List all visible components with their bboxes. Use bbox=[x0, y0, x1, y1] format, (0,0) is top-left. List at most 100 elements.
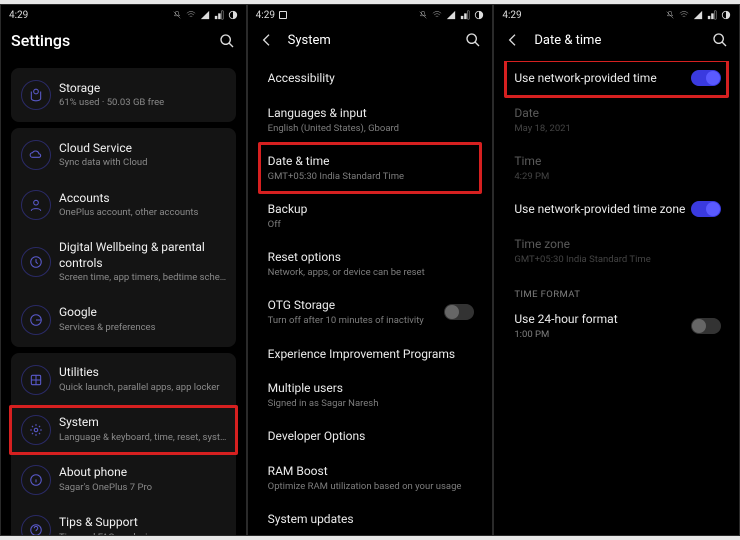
list-row-ram-boost[interactable]: RAM BoostOptimize RAM utilization based … bbox=[254, 454, 487, 502]
list-row-date-time[interactable]: Date & timeGMT+05:30 India Standard Time bbox=[254, 144, 487, 192]
row-title: Use network-provided time zone bbox=[514, 201, 719, 218]
status-icons bbox=[418, 10, 484, 20]
page-title: Settings bbox=[11, 31, 206, 50]
mute-icon bbox=[665, 10, 675, 20]
page-title: System bbox=[288, 33, 453, 48]
search-button[interactable] bbox=[464, 31, 482, 49]
row-subtitle: Tips and FAQ on device usage bbox=[59, 532, 230, 535]
row-title: Experience Improvement Programs bbox=[268, 346, 473, 363]
list-row-languages-input[interactable]: Languages & inputEnglish (United States)… bbox=[254, 96, 487, 144]
back-button[interactable] bbox=[504, 31, 522, 49]
settings-row-google[interactable]: GoogleServices & preferences bbox=[11, 295, 236, 345]
row-subtitle: Turn off after 10 minutes of inactivity bbox=[268, 315, 473, 327]
list-row-reset-options[interactable]: Reset optionsNetwork, apps, or device ca… bbox=[254, 240, 487, 288]
row-title: About phone bbox=[59, 465, 230, 481]
wellbeing-icon bbox=[21, 247, 51, 277]
list-row-date: DateMay 18, 2021 bbox=[500, 96, 733, 144]
row-subtitle: GMT+05:30 India Standard Time bbox=[514, 254, 719, 266]
list-row-use-network-provided-time-zone[interactable]: Use network-provided time zone bbox=[500, 192, 733, 227]
settings-row-cloud-service[interactable]: Cloud ServiceSync data with Cloud bbox=[11, 130, 236, 180]
row-title: Use network-provided time bbox=[514, 70, 719, 87]
toggle-switch[interactable] bbox=[691, 70, 721, 86]
row-subtitle: Optimize RAM utilization based on your u… bbox=[268, 481, 473, 493]
row-title: Time bbox=[514, 153, 719, 170]
status-time: 4:29 bbox=[9, 10, 28, 21]
battery-icon bbox=[228, 10, 238, 20]
toggle-switch[interactable] bbox=[444, 304, 474, 320]
mute-icon bbox=[172, 10, 182, 20]
utilities-icon bbox=[21, 365, 51, 395]
row-subtitle: Language & keyboard, time, reset, system… bbox=[59, 432, 230, 444]
signal-icon bbox=[200, 10, 210, 20]
list-row-developer-options[interactable]: Developer Options bbox=[254, 419, 487, 454]
signal-icon bbox=[693, 10, 703, 20]
signal-icon bbox=[446, 10, 456, 20]
row-subtitle: GMT+05:30 India Standard Time bbox=[268, 171, 473, 183]
row-title: System bbox=[59, 415, 230, 431]
wifi-icon bbox=[186, 10, 196, 20]
status-time: 4:29 bbox=[256, 10, 275, 21]
list-row-experience-improvement-programs[interactable]: Experience Improvement Programs bbox=[254, 337, 487, 372]
list-row-multiple-users[interactable]: Multiple usersSigned in as Sagar Naresh bbox=[254, 371, 487, 419]
info-icon bbox=[21, 465, 51, 495]
row-title: Google bbox=[59, 305, 230, 321]
list-row-time: Time4:29 PM bbox=[500, 144, 733, 192]
screenshot-indicator-icon bbox=[279, 11, 287, 19]
panel-system: 4:29 System Accessibility Languages & inp… bbox=[248, 5, 493, 535]
list-row-use-24-hour-format[interactable]: Use 24-hour format1:00 PM bbox=[500, 302, 733, 350]
row-subtitle: Off bbox=[268, 219, 473, 231]
search-icon bbox=[219, 33, 235, 49]
settings-row-digital-wellbeing-parental-controls[interactable]: Digital Wellbeing & parental controlsScr… bbox=[11, 230, 236, 295]
row-title: Accessibility bbox=[268, 70, 473, 87]
row-title: Languages & input bbox=[268, 105, 473, 122]
settings-row-about-phone[interactable]: About phoneSagar's OnePlus 7 Pro bbox=[11, 455, 236, 505]
status-icons bbox=[172, 10, 238, 20]
row-subtitle: Sync data with Cloud bbox=[59, 157, 230, 169]
list-row-use-network-provided-time[interactable]: Use network-provided time bbox=[500, 61, 733, 96]
back-button[interactable] bbox=[258, 31, 276, 49]
status-icons bbox=[665, 10, 731, 20]
row-title: Accounts bbox=[59, 191, 230, 207]
list-row-system-updates[interactable]: System updates bbox=[254, 502, 487, 535]
list-row-otg-storage[interactable]: OTG StorageTurn off after 10 minutes of … bbox=[254, 288, 487, 336]
list-row-backup[interactable]: BackupOff bbox=[254, 192, 487, 240]
toggle-switch[interactable] bbox=[691, 318, 721, 334]
search-button[interactable] bbox=[218, 32, 236, 50]
header: System bbox=[248, 25, 493, 61]
settings-row-storage[interactable]: Storage61% used · 50.03 GB free bbox=[11, 70, 236, 120]
row-subtitle: May 18, 2021 bbox=[514, 123, 719, 135]
cloud-icon bbox=[21, 140, 51, 170]
datetime-list[interactable]: Use network-provided time DateMay 18, 202… bbox=[494, 61, 739, 535]
row-title: Storage bbox=[59, 81, 230, 97]
row-subtitle: 1:00 PM bbox=[514, 329, 719, 341]
page-title: Date & time bbox=[534, 33, 699, 48]
status-bar: 4:29 bbox=[248, 5, 493, 25]
status-time: 4:29 bbox=[502, 10, 521, 21]
settings-row-tips-support[interactable]: Tips & SupportTips and FAQ on device usa… bbox=[11, 505, 236, 535]
settings-list[interactable]: Storage61% used · 50.03 GB free Cloud Ser… bbox=[1, 62, 246, 535]
settings-row-utilities[interactable]: UtilitiesQuick launch, parallel apps, ap… bbox=[11, 355, 236, 405]
row-title: Time zone bbox=[514, 236, 719, 253]
system-list[interactable]: Accessibility Languages & inputEnglish (U… bbox=[248, 61, 493, 535]
list-row-accessibility[interactable]: Accessibility bbox=[254, 61, 487, 96]
header: Settings bbox=[1, 25, 246, 62]
row-subtitle: OnePlus account, other accounts bbox=[59, 207, 230, 219]
row-title: Date & time bbox=[268, 153, 473, 170]
panel-datetime: 4:29 Date & time Use network-provided ti… bbox=[494, 5, 739, 535]
settings-row-system[interactable]: SystemLanguage & keyboard, time, reset, … bbox=[11, 405, 236, 455]
toggle-switch[interactable] bbox=[691, 201, 721, 217]
row-title: Developer Options bbox=[268, 428, 473, 445]
storage-icon bbox=[21, 80, 51, 110]
row-title: RAM Boost bbox=[268, 463, 473, 480]
row-title: Date bbox=[514, 105, 719, 122]
row-title: Tips & Support bbox=[59, 515, 230, 531]
row-subtitle: Services & preferences bbox=[59, 322, 230, 334]
row-title: Utilities bbox=[59, 365, 230, 381]
search-button[interactable] bbox=[711, 31, 729, 49]
gear-icon bbox=[21, 415, 51, 445]
signal2-icon bbox=[707, 10, 717, 20]
row-subtitle: Network, apps, or device can be reset bbox=[268, 267, 473, 279]
row-subtitle: Screen time, app timers, bedtime schedul… bbox=[59, 272, 230, 284]
settings-row-accounts[interactable]: AccountsOnePlus account, other accounts bbox=[11, 180, 236, 230]
battery-icon bbox=[721, 10, 731, 20]
